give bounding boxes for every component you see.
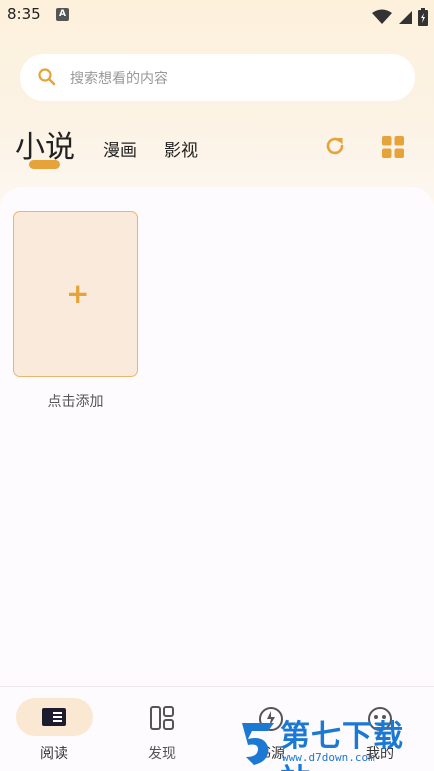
grid-icon[interactable] (381, 135, 405, 159)
a-icon: A (56, 8, 69, 21)
tab-video[interactable]: 影视 (164, 136, 198, 161)
book-icon (42, 708, 66, 726)
battery-icon (418, 7, 428, 26)
refresh-icon[interactable] (323, 134, 347, 158)
nav-label-discover: 发现 (148, 746, 176, 762)
watermark-logo-icon (242, 723, 274, 765)
status-icons (371, 6, 428, 26)
plus-icon: + (66, 277, 90, 310)
status-bar: 8:35 A (0, 0, 434, 30)
nav-item-read[interactable]: 阅读 (14, 687, 94, 771)
add-book-label: 点击添加 (47, 394, 104, 410)
search-icon (38, 68, 56, 86)
tab-comic[interactable]: 漫画 (103, 136, 137, 161)
search-bar[interactable]: 搜索想看的内容 (20, 54, 415, 101)
nav-item-discover[interactable]: 发现 (122, 687, 202, 771)
status-time: 8:35 (7, 5, 41, 23)
watermark: 第七下载站 www.d7down.com (238, 707, 434, 771)
wifi-icon (371, 9, 392, 24)
watermark-url: www.d7down.com (282, 751, 375, 764)
layout-icon (150, 706, 174, 730)
search-input[interactable]: 搜索想看的内容 (70, 68, 168, 88)
signal-icon (398, 10, 412, 24)
add-book-tile[interactable]: + (13, 211, 138, 377)
nav-label-read: 阅读 (40, 746, 68, 762)
active-tab-indicator (29, 160, 60, 169)
